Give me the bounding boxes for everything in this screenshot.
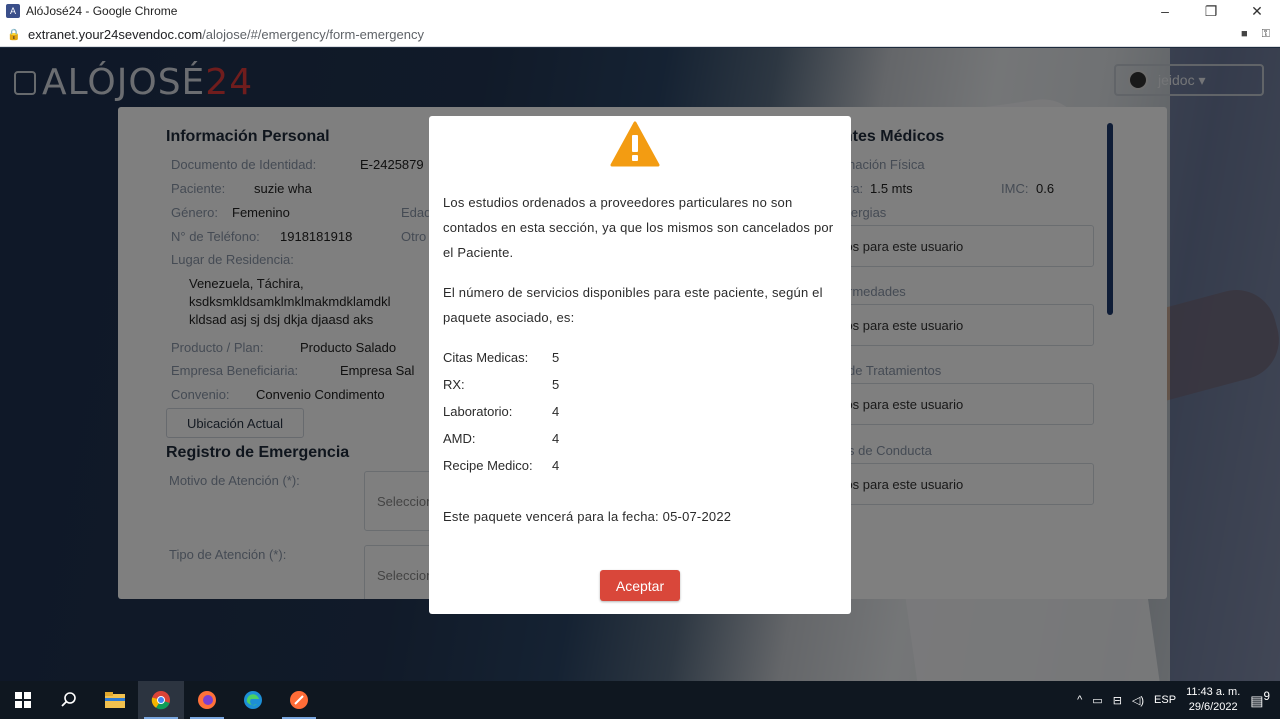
address-bar[interactable]: 🔒 extranet.your24sevendoc.com/alojose/#/… (0, 22, 1280, 47)
accept-button[interactable]: Aceptar (600, 570, 680, 601)
service-name: Laboratorio: (443, 404, 513, 419)
notification-icon[interactable]: ▤9 (1250, 690, 1270, 710)
chrome-icon[interactable] (138, 681, 184, 719)
service-row: RX: 5 (443, 377, 559, 392)
network-icon[interactable]: ⊟ (1113, 694, 1122, 707)
services-alert-modal: Los estudios ordenados a proveedores par… (429, 116, 851, 614)
edge-icon[interactable] (230, 681, 276, 719)
clock[interactable]: 11:43 a. m. 29/6/2022 (1186, 685, 1240, 715)
service-row: AMD: 4 (443, 431, 559, 446)
system-tray: ^ ▭ ⊟ ◁) ESP 11:43 a. m. 29/6/2022 ▤9 (1077, 685, 1280, 715)
service-row: Laboratorio: 4 (443, 404, 559, 419)
url-host[interactable]: extranet.your24sevendoc.com (28, 27, 202, 42)
windows-start-icon[interactable] (0, 681, 46, 719)
maximize-button[interactable]: ❐ (1188, 0, 1234, 22)
service-name: Recipe Medico: (443, 458, 533, 473)
service-count: 5 (552, 377, 560, 392)
volume-icon[interactable]: ◁) (1132, 694, 1144, 707)
modal-expiry-text: Este paquete vencerá para la fecha: 05-0… (443, 509, 732, 524)
warning-icon (610, 121, 660, 167)
service-name: Citas Medicas: (443, 350, 529, 365)
battery-icon[interactable]: ▭ (1092, 694, 1102, 707)
clock-date: 29/6/2022 (1188, 701, 1238, 713)
site-favicon-icon: A (6, 4, 20, 18)
service-row: Recipe Medico: 4 (443, 458, 559, 473)
url-path[interactable]: /alojose/#/emergency/form-emergency (202, 27, 424, 42)
minimize-button[interactable]: – (1142, 0, 1188, 22)
lock-icon[interactable]: 🔒 (0, 28, 28, 41)
key-icon[interactable]: ⚿ (1262, 28, 1270, 41)
modal-text-studies: Los estudios ordenados a proveedores par… (443, 195, 834, 260)
windows-taskbar: ^ ▭ ⊟ ◁) ESP 11:43 a. m. 29/6/2022 ▤9 (0, 681, 1280, 719)
modal-text-services: El número de servicios disponibles para … (443, 285, 823, 325)
service-name: RX: (443, 377, 465, 392)
browser-title-bar: A AlóJosé24 - Google Chrome – ❐ ✕ (0, 0, 1280, 22)
page-viewport: ALÓJOSÉ24 jeidoc ▾ Información Personal … (0, 48, 1280, 681)
postman-icon[interactable] (276, 681, 322, 719)
language-indicator[interactable]: ESP (1154, 694, 1176, 706)
service-count: 4 (552, 431, 560, 446)
chevron-up-icon[interactable]: ^ (1077, 694, 1082, 706)
camera-icon[interactable]: ■ (1241, 28, 1248, 41)
search-icon[interactable] (46, 681, 92, 719)
service-row: Citas Medicas: 5 (443, 350, 559, 365)
notification-count: 9 (1263, 690, 1270, 704)
file-explorer-icon[interactable] (92, 681, 138, 719)
service-count: 4 (552, 458, 560, 473)
service-count: 4 (552, 404, 560, 419)
service-name: AMD: (443, 431, 476, 446)
clock-time: 11:43 a. m. (1186, 686, 1241, 698)
service-count: 5 (552, 350, 560, 365)
firefox-icon[interactable] (184, 681, 230, 719)
window-title: AlóJosé24 - Google Chrome (26, 4, 178, 18)
close-window-button[interactable]: ✕ (1234, 0, 1280, 22)
